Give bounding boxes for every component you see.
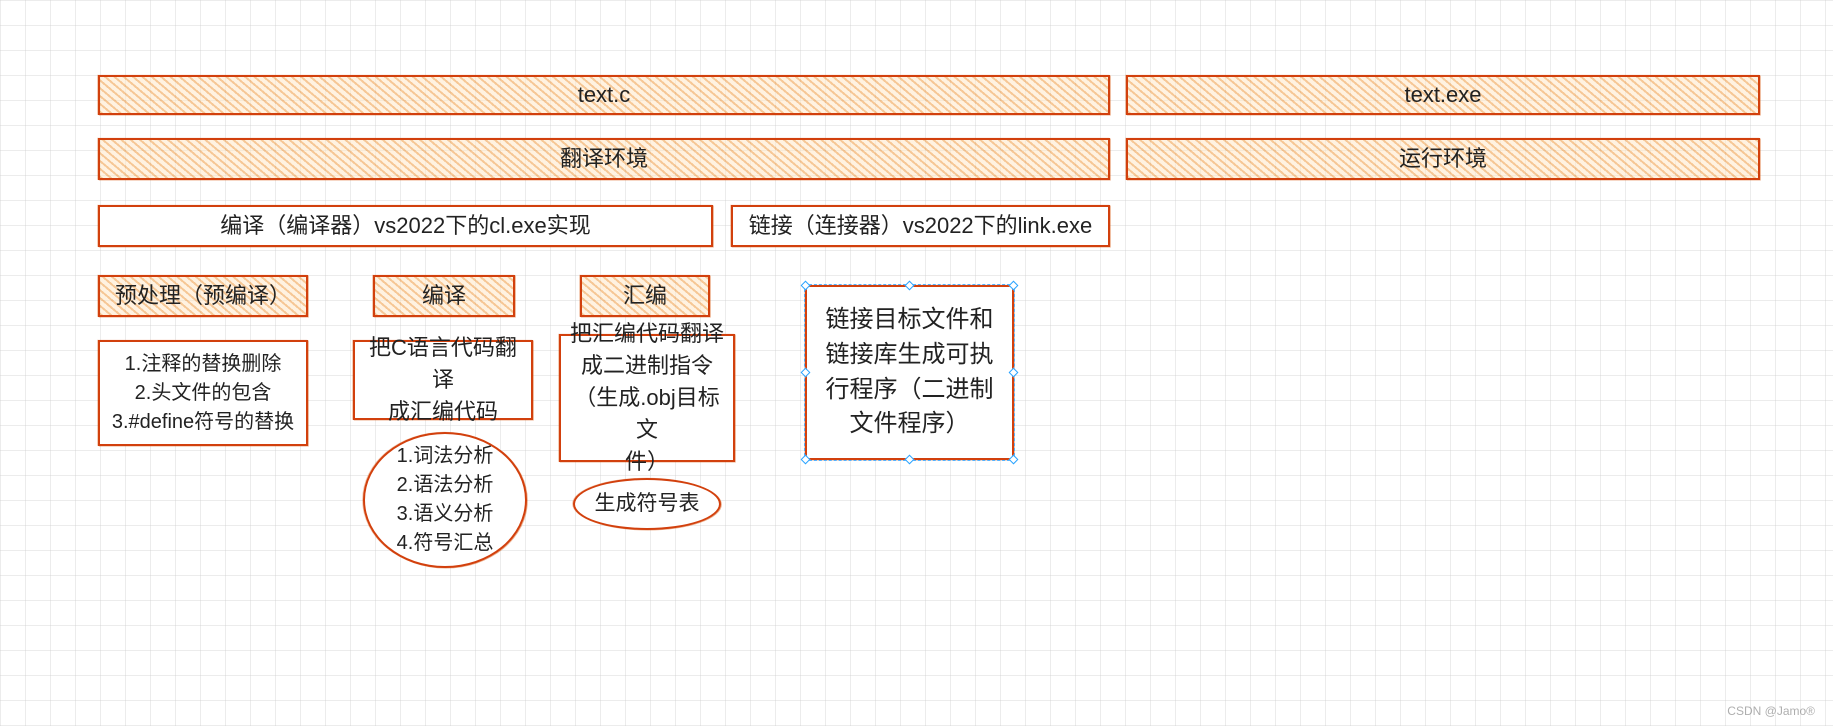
- link-detail-line: 链接库生成可执: [826, 338, 994, 373]
- resize-handle-w[interactable]: [801, 367, 811, 377]
- assemble-detail-text: 把汇编代码翻译 成二进制指令 （生成.obj目标文 件）: [569, 318, 725, 477]
- resize-handle-sw[interactable]: [801, 455, 811, 465]
- assemble-title-box: 汇编: [580, 275, 710, 317]
- assemble-title-label: 汇编: [623, 280, 667, 312]
- watermark-text: CSDN @Jamo®: [1727, 704, 1815, 718]
- link-detail-line: 行程序（二进制: [826, 373, 994, 408]
- compile-detail-box: 把C语言代码翻译 成汇编代码: [353, 340, 533, 420]
- exe-file-label: text.exe: [1404, 79, 1481, 111]
- runtime-env-box: 运行环境: [1126, 138, 1760, 180]
- compile-detail-text: 把C语言代码翻译 成汇编代码: [363, 332, 523, 428]
- compile-sub-line: 4.符号汇总: [397, 529, 494, 558]
- resize-handle-n[interactable]: [904, 281, 914, 291]
- resize-handle-ne[interactable]: [1009, 281, 1019, 291]
- resize-handle-se[interactable]: [1009, 455, 1019, 465]
- compile-sub-ellipse: 1.词法分析 2.语法分析 3.语义分析 4.符号汇总: [363, 432, 527, 568]
- translate-env-label: 翻译环境: [560, 143, 648, 175]
- preprocess-title-label: 预处理（预编译）: [115, 280, 291, 312]
- assemble-sub-ellipse: 生成符号表: [573, 478, 721, 530]
- assemble-detail-line: 成二进制指令: [569, 350, 725, 382]
- assemble-sub-label: 生成符号表: [595, 489, 700, 519]
- assemble-detail-box: 把汇编代码翻译 成二进制指令 （生成.obj目标文 件）: [559, 334, 735, 462]
- compile-sub-line: 3.语义分析: [397, 500, 494, 529]
- resize-handle-e[interactable]: [1009, 367, 1019, 377]
- link-detail-box[interactable]: 链接目标文件和 链接库生成可执 行程序（二进制 文件程序）: [805, 285, 1014, 460]
- assemble-detail-line: （生成.obj目标文: [569, 382, 725, 446]
- preprocess-detail-line: 3.#define符号的替换: [112, 408, 294, 437]
- preprocess-title-box: 预处理（预编译）: [98, 275, 308, 317]
- compile-sub-line: 1.词法分析: [397, 442, 494, 471]
- link-detail-text: 链接目标文件和 链接库生成可执 行程序（二进制 文件程序）: [826, 303, 994, 442]
- link-detail-line: 文件程序）: [826, 407, 994, 442]
- resize-handle-s[interactable]: [904, 455, 914, 465]
- preprocess-detail-box: 1.注释的替换删除 2.头文件的包含 3.#define符号的替换: [98, 340, 308, 446]
- compile-sub-line: 2.语法分析: [397, 471, 494, 500]
- preprocess-detail-line: 2.头文件的包含: [112, 379, 294, 408]
- compile-title-label: 编译: [422, 280, 466, 312]
- runtime-env-label: 运行环境: [1399, 143, 1487, 175]
- translate-env-box: 翻译环境: [98, 138, 1110, 180]
- source-file-label: text.c: [578, 79, 631, 111]
- assemble-detail-line: 把汇编代码翻译: [569, 318, 725, 350]
- assemble-detail-line: 件）: [569, 446, 725, 478]
- preprocess-detail-text: 1.注释的替换删除 2.头文件的包含 3.#define符号的替换: [112, 350, 294, 437]
- compile-detail-line: 把C语言代码翻译: [363, 332, 523, 396]
- compile-sub-text: 1.词法分析 2.语法分析 3.语义分析 4.符号汇总: [397, 442, 494, 558]
- exe-file-box: text.exe: [1126, 75, 1760, 115]
- watermark: CSDN @Jamo®: [1727, 704, 1815, 718]
- compile-tool-box: 编译（编译器）vs2022下的cl.exe实现: [98, 205, 713, 247]
- compile-detail-line: 成汇编代码: [363, 396, 523, 428]
- resize-handle-nw[interactable]: [801, 281, 811, 291]
- source-file-box: text.c: [98, 75, 1110, 115]
- link-detail-line: 链接目标文件和: [826, 303, 994, 338]
- preprocess-detail-line: 1.注释的替换删除: [112, 350, 294, 379]
- link-tool-label: 链接（连接器）vs2022下的link.exe: [749, 210, 1093, 242]
- link-tool-box: 链接（连接器）vs2022下的link.exe: [731, 205, 1110, 247]
- compile-title-box: 编译: [373, 275, 515, 317]
- compile-tool-label: 编译（编译器）vs2022下的cl.exe实现: [220, 210, 590, 242]
